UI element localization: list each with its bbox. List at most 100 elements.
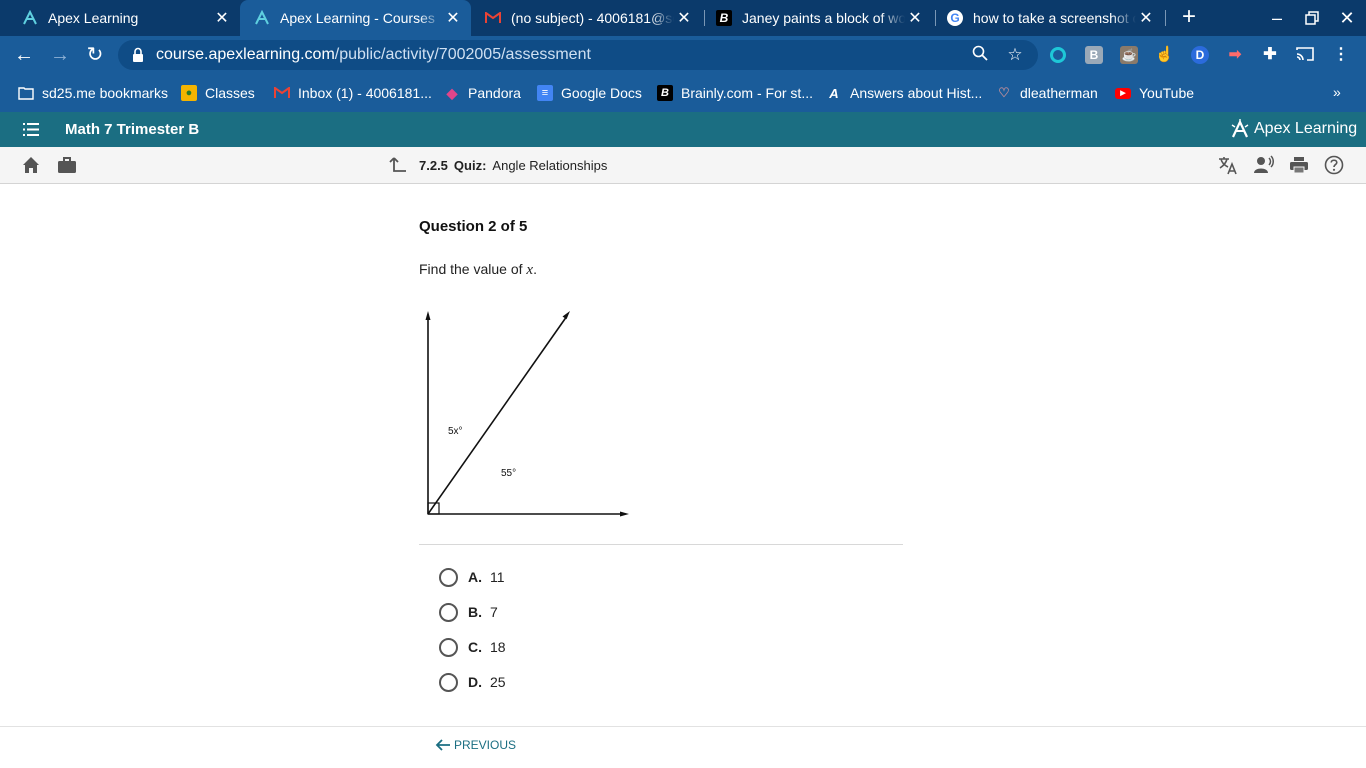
activity-number: 7.2.5 xyxy=(419,157,448,173)
home-icon[interactable] xyxy=(21,155,41,175)
bookmark-google-docs[interactable]: ≡ Google Docs xyxy=(537,84,642,102)
tab-apex-courses[interactable]: Apex Learning - Courses ✕ xyxy=(240,0,471,36)
gmail-icon xyxy=(274,85,290,101)
close-tab-icon[interactable]: ✕ xyxy=(443,8,463,28)
bookmarks-overflow-icon[interactable]: » xyxy=(1333,84,1341,100)
answer-choice-c[interactable]: C. 18 xyxy=(439,637,506,657)
help-icon[interactable] xyxy=(1324,155,1344,175)
extension-cup-icon[interactable]: ☕ xyxy=(1120,46,1138,64)
browser-toolbar: ← → ↻ course.apexlearning.com/public/act… xyxy=(0,36,1366,74)
tab-google-search[interactable]: G how to take a screenshot o ✕ xyxy=(933,0,1164,36)
bookmark-label: sd25.me bookmarks xyxy=(42,85,169,101)
close-tab-icon[interactable]: ✕ xyxy=(674,8,694,28)
choice-value: 18 xyxy=(490,639,506,655)
activity-toolbar: 7.2.5 Quiz: Angle Relationships xyxy=(0,147,1366,184)
bookmark-label: YouTube xyxy=(1139,85,1195,101)
back-arrow-icon[interactable]: ← xyxy=(12,43,36,67)
bookmark-label: Pandora xyxy=(468,85,521,101)
reload-icon[interactable]: ↻ xyxy=(83,43,107,67)
close-tab-icon[interactable]: ✕ xyxy=(905,8,925,28)
bookmark-label: Classes xyxy=(205,85,255,101)
read-aloud-icon[interactable] xyxy=(1254,155,1274,175)
kebab-menu-icon[interactable]: ⋮ xyxy=(1332,46,1350,64)
choice-letter: B. xyxy=(468,604,482,620)
previous-label: PREVIOUS xyxy=(454,738,517,752)
url-host: course.apexlearning.com xyxy=(156,46,335,63)
close-tab-icon[interactable]: ✕ xyxy=(212,8,232,28)
radio-button[interactable] xyxy=(439,672,458,692)
close-window-icon[interactable]: ✕ xyxy=(1335,6,1359,30)
tab-gmail[interactable]: (no subject) - 4006181@sd ✕ xyxy=(471,0,702,36)
print-icon[interactable] xyxy=(1289,155,1309,175)
extension-b-icon[interactable]: B xyxy=(1085,46,1103,64)
translate-icon[interactable] xyxy=(1218,155,1238,175)
minimize-icon[interactable]: – xyxy=(1265,6,1289,30)
bookmark-label: Brainly.com - For st... xyxy=(681,85,813,101)
pandora-icon: ◆ xyxy=(446,84,458,101)
question-header: Question 2 of 5 xyxy=(419,218,528,235)
choice-letter: D. xyxy=(468,674,482,690)
bookmark-pandora[interactable]: ◆ Pandora xyxy=(444,84,521,102)
menu-list-icon[interactable] xyxy=(23,123,39,136)
bookmark-brainly[interactable]: B Brainly.com - For st... xyxy=(657,84,813,102)
course-title: Math 7 Trimester B xyxy=(65,121,200,138)
extension-d-icon[interactable]: D xyxy=(1191,46,1209,64)
tab-brainly[interactable]: B Janey paints a block of woo ✕ xyxy=(702,0,933,36)
bookmark-sd25[interactable]: sd25.me bookmarks xyxy=(18,84,168,102)
choice-letter: C. xyxy=(468,639,482,655)
bookmark-inbox[interactable]: Inbox (1) - 4006181... xyxy=(274,84,432,102)
extension-arrow-icon[interactable]: ➡ xyxy=(1226,46,1244,64)
answer-choice-b[interactable]: B. 7 xyxy=(439,602,498,622)
angle-diagram: 5x° 55° xyxy=(425,311,629,517)
forward-arrow-icon[interactable]: → xyxy=(48,43,72,67)
folder-icon xyxy=(18,85,34,101)
gmail-icon xyxy=(485,10,501,26)
answer-choice-d[interactable]: D. 25 xyxy=(439,672,506,692)
apex-icon xyxy=(22,10,38,26)
address-bar[interactable]: course.apexlearning.com/public/activity/… xyxy=(118,40,1038,70)
lock-icon xyxy=(133,47,143,62)
tab-separator xyxy=(1165,10,1166,26)
briefcase-icon[interactable] xyxy=(57,155,77,175)
bookmark-classes[interactable]: ● Classes xyxy=(181,84,255,102)
bookmark-label: Inbox (1) - 4006181... xyxy=(298,85,432,101)
radio-button[interactable] xyxy=(439,602,458,622)
google-icon: G xyxy=(947,10,963,26)
tab-title: how to take a screenshot o xyxy=(973,10,1136,26)
apex-icon xyxy=(254,10,270,26)
bookmark-star-icon[interactable]: ☆ xyxy=(1005,45,1025,65)
restore-icon[interactable] xyxy=(1300,6,1324,30)
url-text: course.apexlearning.com/public/activity/… xyxy=(156,46,591,64)
bookmark-answers[interactable]: A Answers about Hist... xyxy=(826,84,982,102)
up-arrow-icon[interactable] xyxy=(389,156,407,174)
cast-icon[interactable] xyxy=(1296,46,1314,64)
bookmark-label: Google Docs xyxy=(561,85,642,101)
tab-title: Apex Learning xyxy=(48,10,139,26)
bookmark-label: Answers about Hist... xyxy=(850,85,983,101)
youtube-icon: ▶ xyxy=(1115,87,1131,99)
prompt-suffix: . xyxy=(533,261,537,277)
extension-hand-icon[interactable]: ☝ xyxy=(1155,46,1174,64)
choice-value: 11 xyxy=(490,569,505,585)
answers-icon: A xyxy=(829,85,839,101)
brainly-icon: B xyxy=(657,85,673,101)
bookmark-dleatherman[interactable]: ♡ dleatherman xyxy=(996,84,1098,102)
classroom-icon: ● xyxy=(181,85,197,101)
apex-logo-icon xyxy=(1231,119,1249,138)
bookmark-youtube[interactable]: ▶ YouTube xyxy=(1115,84,1194,102)
extensions-puzzle-icon[interactable]: ✚ xyxy=(1261,46,1279,64)
zoom-icon[interactable] xyxy=(970,45,990,65)
radio-button[interactable] xyxy=(439,567,458,587)
new-tab-plus-icon[interactable]: + xyxy=(1178,5,1200,29)
docs-icon: ≡ xyxy=(537,85,553,101)
extension-circle-icon[interactable] xyxy=(1050,47,1066,63)
diagonal-ray xyxy=(427,315,568,515)
angle-label-5x: 5x° xyxy=(448,426,463,437)
tab-apex-learning[interactable]: Apex Learning ✕ xyxy=(0,0,240,36)
radio-button[interactable] xyxy=(439,637,458,657)
previous-button[interactable]: PREVIOUS xyxy=(435,738,516,752)
diagonal-ray-arrow xyxy=(562,311,570,320)
close-tab-icon[interactable]: ✕ xyxy=(1136,8,1156,28)
answer-choice-a[interactable]: A. 11 xyxy=(439,567,505,587)
browser-tab-strip: Apex Learning ✕ Apex Learning - Courses … xyxy=(0,0,1366,36)
